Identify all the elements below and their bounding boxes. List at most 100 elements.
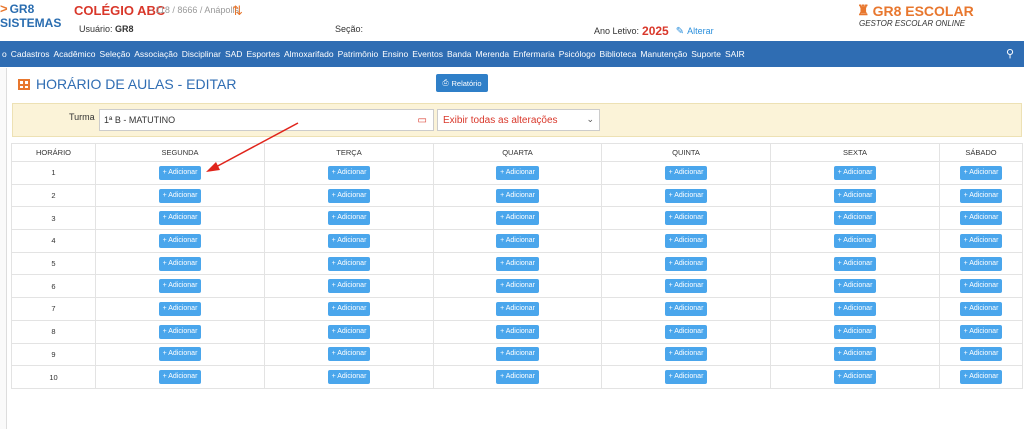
adicionar-button[interactable]: + Adicionar [327, 301, 371, 316]
adicionar-button[interactable]: + Adicionar [959, 188, 1003, 203]
nav-item[interactable]: Almoxarifado [282, 49, 336, 59]
adicionar-button[interactable]: + Adicionar [833, 165, 877, 180]
adicionar-button[interactable]: + Adicionar [959, 256, 1003, 271]
nav-item[interactable]: Patrimônio [336, 49, 381, 59]
nav-item[interactable]: Associação [132, 49, 179, 59]
adicionar-button[interactable]: + Adicionar [664, 279, 708, 294]
adicionar-button[interactable]: + Adicionar [833, 279, 877, 294]
schedule-cell: + Adicionar [264, 365, 434, 389]
relatorio-button[interactable]: ⎙ Relatório [436, 74, 488, 92]
adicionar-button[interactable]: + Adicionar [327, 324, 371, 339]
adicionar-button[interactable]: + Adicionar [496, 324, 539, 339]
adicionar-button[interactable]: + Adicionar [158, 279, 202, 294]
adicionar-button[interactable]: + Adicionar [327, 347, 371, 362]
adicionar-button[interactable]: + Adicionar [496, 233, 539, 248]
nav-item[interactable]: Biblioteca [598, 49, 639, 59]
nav-item[interactable]: Ensino [380, 49, 410, 59]
adicionar-button[interactable]: + Adicionar [833, 211, 877, 226]
adicionar-button[interactable]: + Adicionar [833, 347, 877, 362]
adicionar-button[interactable]: + Adicionar [833, 188, 877, 203]
adicionar-button[interactable]: + Adicionar [959, 324, 1003, 339]
adicionar-button[interactable]: + Adicionar [664, 370, 708, 385]
adicionar-button[interactable]: + Adicionar [664, 347, 708, 362]
adicionar-button[interactable]: + Adicionar [158, 301, 202, 316]
adicionar-button[interactable]: + Adicionar [833, 301, 877, 316]
adicionar-button[interactable]: + Adicionar [833, 233, 877, 248]
adicionar-button[interactable]: + Adicionar [959, 370, 1003, 385]
horario-cell: 4 [11, 229, 96, 253]
adicionar-button[interactable]: + Adicionar [833, 256, 877, 271]
nav-item[interactable]: Enfermaria [511, 49, 557, 59]
adicionar-button[interactable]: + Adicionar [496, 211, 539, 226]
adicionar-button[interactable]: + Adicionar [496, 370, 539, 385]
adicionar-button[interactable]: + Adicionar [664, 256, 708, 271]
adicionar-button[interactable]: + Adicionar [327, 188, 371, 203]
adicionar-button[interactable]: + Adicionar [664, 211, 708, 226]
nav-item[interactable]: Esportes [244, 49, 282, 59]
nav-item[interactable]: Suporte [689, 49, 723, 59]
nav-item[interactable]: Merenda [474, 49, 512, 59]
adicionar-button[interactable]: + Adicionar [158, 256, 202, 271]
adicionar-button[interactable]: + Adicionar [496, 188, 539, 203]
nav-item[interactable]: SAIR [723, 49, 747, 59]
adicionar-button[interactable]: + Adicionar [664, 324, 708, 339]
adicionar-button[interactable]: + Adicionar [833, 324, 877, 339]
schedule-cell: + Adicionar [601, 297, 771, 321]
nav-item[interactable]: Banda [445, 49, 474, 59]
adicionar-button[interactable]: + Adicionar [959, 165, 1003, 180]
schedule-cell: + Adicionar [770, 274, 940, 299]
adicionar-button[interactable]: + Adicionar [959, 347, 1003, 362]
adicionar-button[interactable]: + Adicionar [959, 279, 1003, 294]
horario-cell: 8 [11, 319, 96, 344]
adicionar-button[interactable]: + Adicionar [496, 347, 539, 362]
adicionar-button[interactable]: + Adicionar [327, 370, 371, 385]
adicionar-button[interactable]: + Adicionar [327, 279, 371, 294]
nav-item[interactable]: Seleção [98, 49, 133, 59]
adicionar-button[interactable]: + Adicionar [158, 233, 202, 248]
adicionar-button[interactable]: + Adicionar [664, 165, 708, 180]
search-icon[interactable]: ⚲ [1006, 47, 1014, 60]
nav-item[interactable]: Psicólogo [557, 49, 598, 59]
adicionar-button[interactable]: + Adicionar [496, 301, 539, 316]
alterar-link[interactable]: Alterar [687, 26, 714, 36]
schedule-cell: + Adicionar [433, 161, 602, 185]
adicionar-button[interactable]: + Adicionar [158, 324, 202, 339]
schedule-cell: + Adicionar [433, 319, 602, 344]
adicionar-button[interactable]: + Adicionar [664, 188, 708, 203]
nav-item[interactable]: Acadêmico [51, 49, 97, 59]
adicionar-button[interactable]: + Adicionar [158, 188, 202, 203]
folder-icon[interactable]: ▭ [418, 115, 427, 126]
adicionar-button[interactable]: + Adicionar [158, 370, 202, 385]
logo[interactable]: > GR8 SISTEMAS [0, 2, 61, 31]
adicionar-button[interactable]: + Adicionar [158, 347, 202, 362]
nav-item[interactable]: SAD [223, 49, 244, 59]
schedule-cell: + Adicionar [264, 297, 434, 321]
nav-item[interactable]: Manutenção [638, 49, 689, 59]
adicionar-button[interactable]: + Adicionar [158, 211, 202, 226]
adicionar-button[interactable]: + Adicionar [327, 211, 371, 226]
adicionar-button[interactable]: + Adicionar [496, 165, 539, 180]
adicionar-button[interactable]: + Adicionar [959, 233, 1003, 248]
adicionar-button[interactable]: + Adicionar [327, 256, 371, 271]
nav-item[interactable]: Eventos [410, 49, 445, 59]
exibir-select[interactable]: Exibir todas as alterações ⌄ [437, 109, 600, 131]
adicionar-button[interactable]: + Adicionar [959, 301, 1003, 316]
usuario-value: GR8 [115, 24, 134, 34]
adicionar-button[interactable]: + Adicionar [496, 256, 539, 271]
adicionar-button[interactable]: + Adicionar [158, 165, 202, 180]
turma-field[interactable]: 1ª B - MATUTINO ▭ [99, 109, 434, 131]
adicionar-button[interactable]: + Adicionar [496, 279, 539, 294]
nav-item[interactable]: Disciplinar [180, 49, 223, 59]
nav-item[interactable]: Cadastros [9, 49, 52, 59]
adicionar-button[interactable]: + Adicionar [327, 233, 371, 248]
table-row: 3 + Adicionar + Adicionar + Adicionar + Adic… [11, 206, 1023, 231]
adicionar-button[interactable]: + Adicionar [833, 370, 877, 385]
adicionar-button[interactable]: + Adicionar [959, 211, 1003, 226]
table-row: 4 + Adicionar + Adicionar + Adicionar + Adic… [11, 229, 1023, 253]
adicionar-button[interactable]: + Adicionar [664, 233, 708, 248]
sync-icon[interactable]: ⇅ [232, 3, 243, 19]
adicionar-button[interactable]: + Adicionar [327, 165, 371, 180]
edit-icon[interactable]: ✎ [676, 26, 684, 37]
adicionar-button[interactable]: + Adicionar [664, 301, 708, 316]
nav-item[interactable]: o [0, 49, 9, 59]
